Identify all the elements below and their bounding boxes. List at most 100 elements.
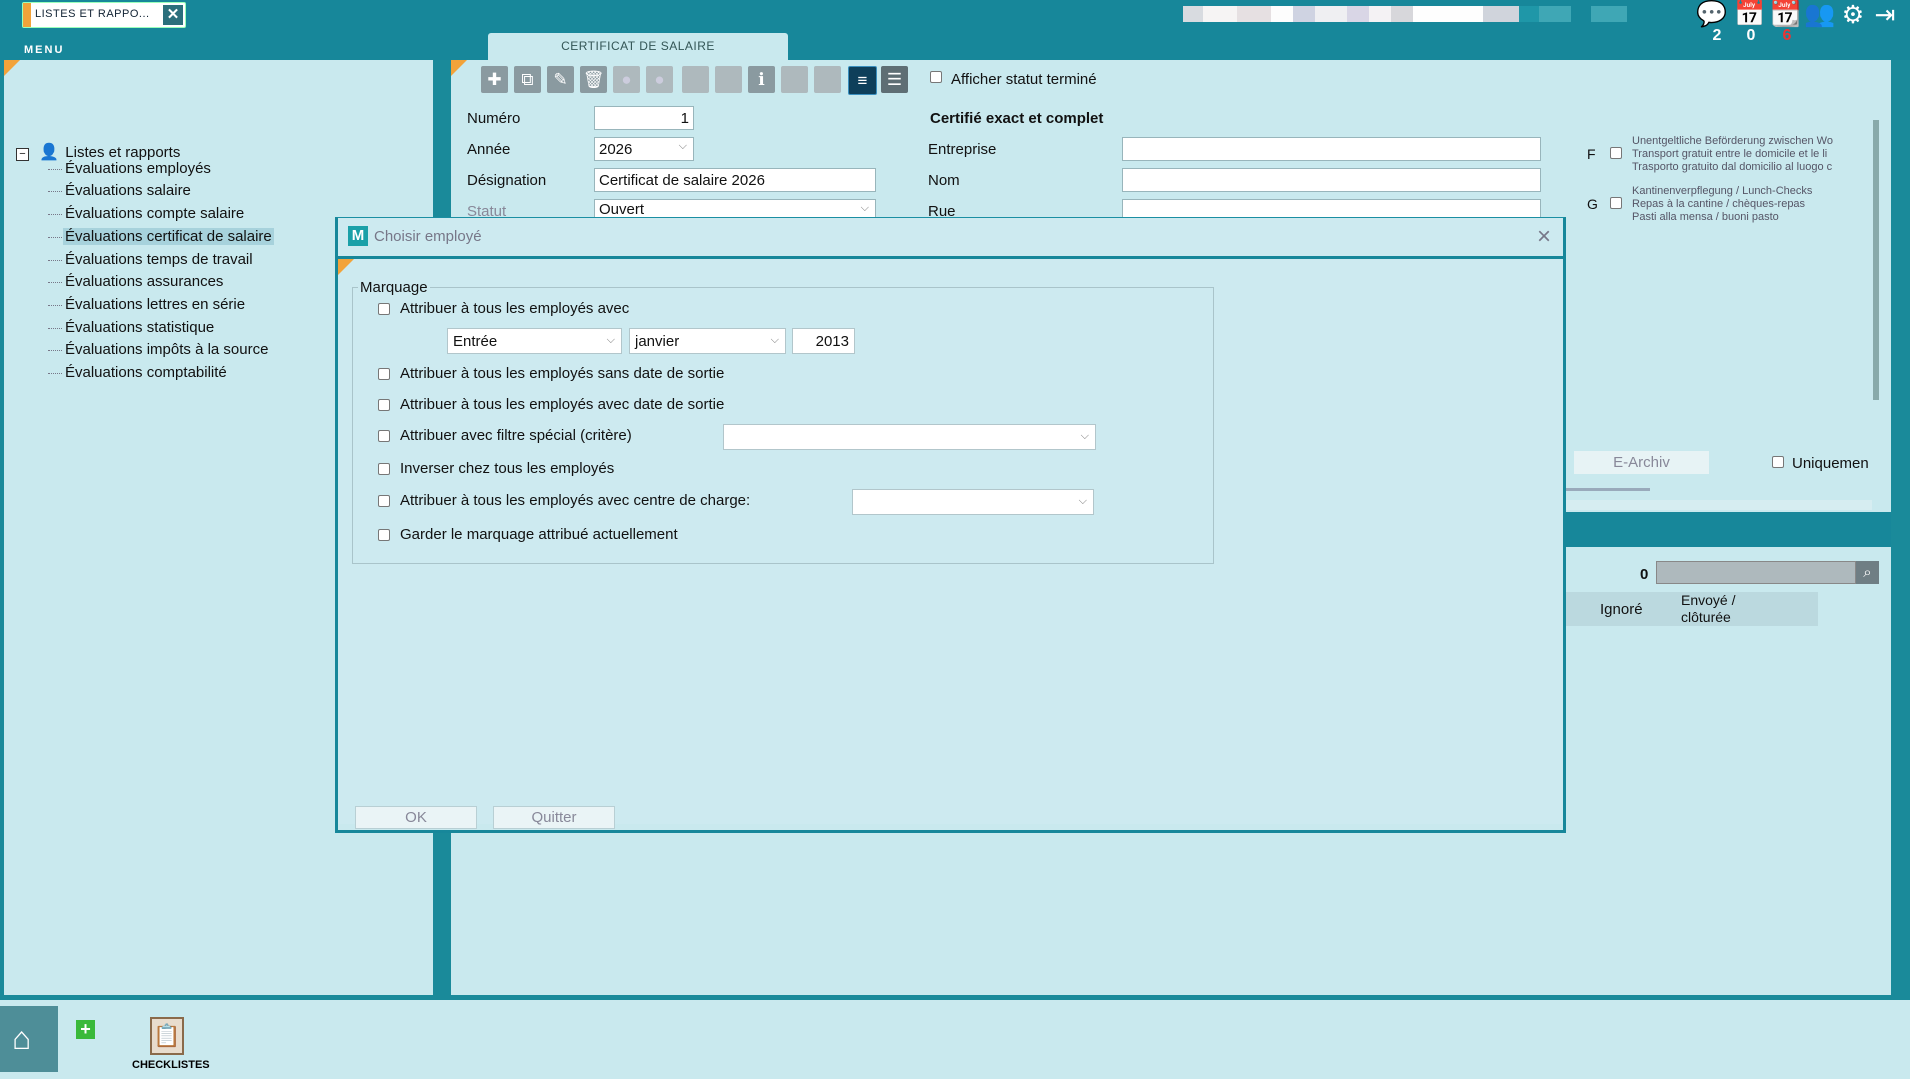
app-logo-icon: M (348, 226, 368, 246)
tree-item[interactable]: Évaluations salaire (65, 182, 191, 199)
tree-item[interactable]: Évaluations compte salaire (65, 205, 244, 222)
tree-item[interactable]: Évaluations lettres en série (65, 296, 245, 313)
progress-line (1566, 488, 1650, 491)
collapse-icon[interactable]: − (16, 148, 29, 161)
entry-type-value: Entrée (453, 333, 498, 350)
show-finished-checkbox[interactable] (930, 71, 942, 83)
option-cost-center-checkbox[interactable] (378, 495, 390, 507)
checklist-icon[interactable]: 📋 (150, 1017, 184, 1055)
edit-button[interactable]: ✎ (547, 66, 574, 93)
designation-input[interactable]: Certificat de salaire 2026 (594, 168, 876, 192)
g-letter: G (1587, 196, 1598, 212)
tree-item[interactable]: Évaluations certificat de salaire (63, 228, 274, 245)
list-view-button[interactable]: ☰ (881, 66, 908, 93)
option-with-exit-date-checkbox[interactable] (378, 399, 390, 411)
option-assign-with-checkbox[interactable] (378, 303, 390, 315)
form-view-button[interactable]: ≡ (848, 66, 877, 95)
numero-label: Numéro (467, 110, 521, 127)
home-icon: ⌂ (12, 1020, 32, 1056)
g-checkbox[interactable] (1610, 197, 1622, 209)
tree-connector (48, 260, 62, 261)
users-icon[interactable]: 👥 (1804, 0, 1835, 28)
calendar-alert-count: 6 (1782, 27, 1792, 44)
tree-root[interactable]: − 👤 Listes et rapports (16, 142, 180, 162)
month-select[interactable]: janvier ⌵ (629, 328, 786, 354)
delete-button[interactable]: 🗑 (580, 66, 607, 93)
quit-button[interactable]: Quitter (493, 806, 615, 829)
calendar-alert-icon[interactable]: 📆 (1770, 0, 1801, 28)
annee-select[interactable]: 2026 ⌵ (594, 137, 694, 161)
tab-certificat-de-salaire[interactable]: CERTIFICAT DE SALAIRE (488, 33, 788, 60)
toolbar-disabled-1[interactable] (682, 66, 709, 93)
confirm-button[interactable]: ● (613, 66, 640, 93)
tree-root-label: Listes et rapports (65, 144, 181, 161)
tree-item[interactable]: Évaluations comptabilité (65, 364, 227, 381)
month-value: janvier (635, 333, 680, 350)
add-shortcut-button[interactable]: + (76, 1020, 95, 1039)
tree-item[interactable]: Évaluations statistique (65, 319, 214, 336)
cost-center-select[interactable]: ⌵ (852, 489, 1094, 515)
chat-count: 2 (1712, 27, 1722, 44)
tree-item[interactable]: Évaluations employés (65, 160, 211, 177)
close-icon[interactable]: ✕ (163, 5, 183, 25)
uniquement-label: Uniquemen (1792, 455, 1869, 472)
chevron-down-icon: ⌵ (860, 202, 869, 214)
col-sent: Envoyé / (1681, 592, 1736, 608)
copy-button[interactable]: ⧉ (514, 66, 541, 93)
entreprise-input[interactable] (1122, 137, 1541, 161)
chat-icon[interactable]: 💬 (1696, 0, 1727, 28)
toolbar-disabled-2[interactable] (715, 66, 742, 93)
nom-input[interactable] (1122, 168, 1541, 192)
statut-value: Ouvert (599, 201, 645, 218)
option-keep-marking-label: Garder le marquage attribué actuellement (400, 526, 678, 543)
option-invert-checkbox[interactable] (378, 463, 390, 475)
tree-item[interactable]: Évaluations assurances (65, 273, 223, 290)
logout-icon[interactable]: ⇥ (1870, 0, 1900, 29)
panel-separator (1566, 512, 1891, 547)
toolbar-disabled-3[interactable] (781, 66, 808, 93)
option-invert-label: Inverser chez tous les employés (400, 460, 615, 477)
search-icon[interactable]: ⌕ (1856, 561, 1879, 584)
option-special-filter-label: Attribuer avec filtre spécial (critère) (400, 427, 632, 444)
app-tab-label: LISTES ET RAPPO... (35, 8, 150, 20)
special-filter-select[interactable]: ⌵ (723, 424, 1096, 450)
numero-input[interactable]: 1 (594, 106, 694, 130)
year-input[interactable]: 2013 (792, 328, 855, 354)
dialog-body: Marquage Attribuer à tous les employés a… (338, 259, 1563, 829)
ok-button[interactable]: OK (355, 806, 477, 829)
f-checkbox[interactable] (1610, 147, 1622, 159)
home-button[interactable]: ⌂ (0, 1006, 58, 1072)
tree-item[interactable]: Évaluations temps de travail (65, 251, 253, 268)
scrollbar[interactable] (1873, 120, 1879, 400)
panel-corner (338, 259, 354, 275)
entreprise-label: Entreprise (928, 141, 997, 158)
close-icon[interactable]: × (1537, 223, 1551, 251)
uniquement-checkbox[interactable] (1772, 456, 1784, 468)
entry-type-select[interactable]: Entrée ⌵ (447, 328, 622, 354)
app-tab[interactable]: LISTES ET RAPPO... ✕ (22, 2, 186, 28)
info-button[interactable]: ℹ (748, 66, 775, 93)
cancel-button[interactable]: ● (646, 66, 673, 93)
option-keep-marking-checkbox[interactable] (378, 529, 390, 541)
annee-value: 2026 (599, 141, 633, 158)
add-button[interactable]: ✚ (481, 66, 508, 93)
search-input[interactable] (1656, 561, 1856, 584)
bottom-bar (0, 1000, 1910, 1079)
statut-select[interactable]: Ouvert ⌵ (594, 199, 876, 219)
menu-title: MENU (24, 44, 65, 56)
rue-input[interactable] (1122, 199, 1541, 219)
option-no-exit-date-checkbox[interactable] (378, 368, 390, 380)
g-text-1: Kantinenverpflegung / Lunch-Checks (1632, 185, 1813, 197)
earchiv-button[interactable]: E-Archiv (1574, 451, 1709, 474)
option-special-filter-checkbox[interactable] (378, 430, 390, 442)
annee-label: Année (467, 141, 511, 158)
tree-connector (48, 237, 62, 238)
tree-item[interactable]: Évaluations impôts à la source (65, 341, 268, 358)
option-assign-with-label: Attribuer à tous les employés avec (400, 300, 630, 317)
dialog-titlebar[interactable]: M Choisir employé × (338, 218, 1563, 259)
chevron-down-icon: ⌵ (606, 334, 615, 346)
count-value: 0 (1640, 566, 1649, 583)
calendar-icon[interactable]: 📅 (1734, 0, 1765, 28)
toolbar-disabled-4[interactable] (814, 66, 841, 93)
gear-icon[interactable]: ⚙ (1838, 0, 1868, 29)
